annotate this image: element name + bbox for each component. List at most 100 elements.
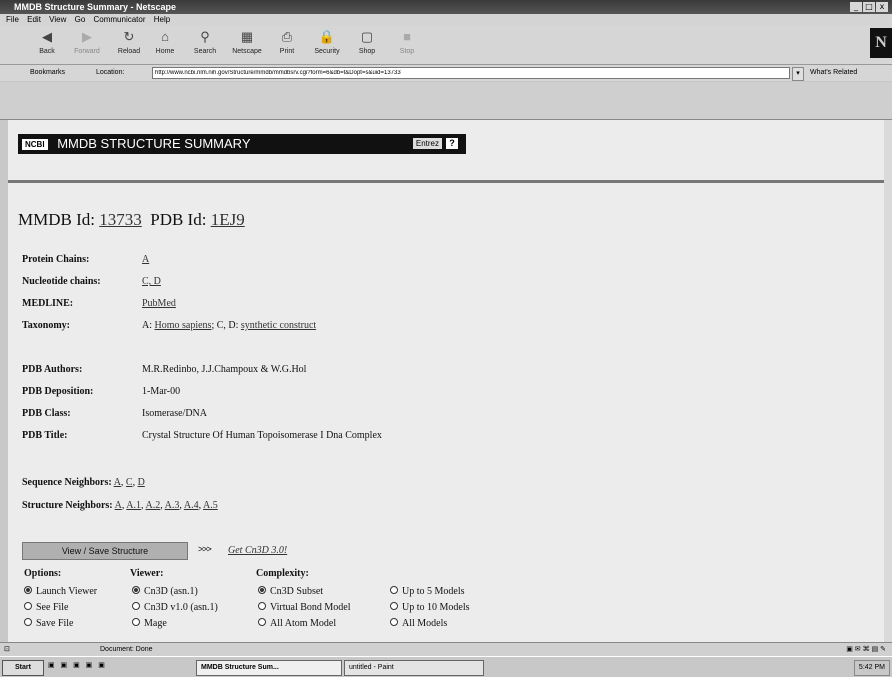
struct-neighbor-link[interactable]: A: [115, 500, 122, 511]
banner-title: MMDB STRUCTURE SUMMARY: [57, 136, 251, 151]
menu-edit[interactable]: Edit: [27, 15, 41, 24]
minimize-button[interactable]: _: [850, 2, 862, 12]
radio[interactable]: [258, 618, 266, 626]
synthetic-construct-link[interactable]: synthetic construct: [241, 320, 316, 331]
protein-chains-label: Protein Chains:: [22, 254, 90, 265]
menu-communicator[interactable]: Communicator: [94, 15, 146, 24]
status-text: Document: Done: [100, 646, 153, 653]
nucleotide-chains-link[interactable]: C, D: [142, 276, 161, 287]
get-cn3d-link[interactable]: Get Cn3D 3.0!: [228, 545, 287, 556]
home-button[interactable]: ⌂ Home: [146, 28, 184, 55]
radio-selected[interactable]: [258, 586, 266, 594]
security-button[interactable]: 🔒 Security: [308, 28, 346, 55]
models-up-to-5[interactable]: Up to 5 Models: [390, 586, 465, 597]
protein-chains-link[interactable]: A: [142, 254, 149, 265]
divider: [8, 180, 884, 183]
complexity-virtual-bond[interactable]: Virtual Bond Model: [258, 602, 351, 613]
entrez-button[interactable]: Entrez: [412, 138, 442, 149]
lock-icon: 🔒: [318, 29, 336, 44]
radio[interactable]: [24, 602, 32, 610]
whats-related-button[interactable]: What's Related: [810, 69, 857, 76]
medline-row: MEDLINE: PubMed: [22, 298, 176, 309]
home-icon: ⌂: [161, 29, 169, 44]
maximize-button[interactable]: □: [863, 2, 875, 12]
deposition-row: PDB Deposition: 1-Mar-00: [22, 386, 180, 397]
vertical-scrollbar[interactable]: [884, 120, 892, 642]
radio-selected[interactable]: [132, 586, 140, 594]
radio-selected[interactable]: [24, 586, 32, 594]
complexity-cn3d-subset[interactable]: Cn3D Subset: [258, 586, 323, 597]
window-controls: _ □ x: [850, 2, 888, 12]
complexity-header: Complexity:: [256, 568, 309, 579]
task-netscape[interactable]: MMDB Structure Sum...: [196, 660, 342, 676]
taxonomy-row: Taxonomy: A: Homo sapiens; C, D: syntheti…: [22, 320, 317, 331]
struct-neighbor-link[interactable]: A.4: [184, 500, 199, 511]
menu-go[interactable]: Go: [75, 15, 86, 24]
seq-neighbor-link[interactable]: C: [126, 477, 133, 488]
pubmed-link[interactable]: PubMed: [142, 298, 176, 309]
viewer-mage[interactable]: Mage: [132, 618, 167, 629]
radio[interactable]: [132, 618, 140, 626]
search-button[interactable]: ⚲ Search: [186, 28, 224, 55]
deposition-label: PDB Deposition:: [22, 386, 94, 397]
back-arrow-icon: ◀: [42, 29, 52, 44]
viewer-cn3d-v1[interactable]: Cn3D v1.0 (asn.1): [132, 602, 218, 613]
netscape-logo: N: [870, 28, 892, 58]
forward-arrow-icon: ▶: [82, 29, 92, 44]
close-button[interactable]: x: [876, 2, 888, 12]
window-titlebar: MMDB Structure Summary - Netscape _ □ x: [0, 0, 892, 14]
struct-neighbor-link[interactable]: A.1: [126, 500, 141, 511]
radio[interactable]: [258, 602, 266, 610]
viewer-cn3d[interactable]: Cn3D (asn.1): [132, 586, 198, 597]
seq-neighbor-link[interactable]: A: [114, 477, 121, 488]
back-button[interactable]: ◀ Back: [28, 28, 66, 55]
ncbi-logo[interactable]: NCBI: [22, 139, 48, 150]
models-all[interactable]: All Models: [390, 618, 447, 629]
menu-file[interactable]: File: [6, 15, 19, 24]
status-component-icons: ▣ ✉ ⌘ ▤ ✎: [846, 646, 886, 653]
struct-neighbor-link[interactable]: A.5: [203, 500, 218, 511]
reload-button[interactable]: ↻ Reload: [110, 28, 148, 55]
nucleotide-chains-label: Nucleotide chains:: [22, 276, 101, 287]
option-launch-viewer[interactable]: Launch Viewer: [24, 586, 97, 597]
class-value: Isomerase/DNA: [142, 408, 207, 419]
view-save-structure-button[interactable]: View / Save Structure: [22, 542, 188, 560]
protein-chains-row: Protein Chains: A: [22, 254, 149, 265]
shop-button[interactable]: ▢ Shop: [348, 28, 386, 55]
radio[interactable]: [390, 602, 398, 610]
radio[interactable]: [24, 618, 32, 626]
forward-button[interactable]: ▶ Forward: [68, 28, 106, 55]
url-dropdown-button[interactable]: ▾: [792, 67, 804, 81]
personal-toolbar: [0, 82, 892, 120]
struct-neighbor-link[interactable]: A.3: [165, 500, 180, 511]
pdb-id-link[interactable]: 1EJ9: [211, 210, 245, 229]
task-paint[interactable]: untitled - Paint: [344, 660, 484, 676]
print-button[interactable]: ⎙ Print: [268, 28, 306, 55]
structure-ids: MMDB Id: 13733 PDB Id: 1EJ9: [18, 210, 245, 230]
start-button[interactable]: Start: [2, 660, 44, 676]
netscape-button[interactable]: ▦ Netscape: [228, 28, 266, 55]
status-bar: ⊡ Document: Done ▣ ✉ ⌘ ▤ ✎: [0, 642, 892, 657]
nucleotide-chains-row: Nucleotide chains: C, D: [22, 276, 161, 287]
homo-sapiens-link[interactable]: Homo sapiens: [155, 320, 212, 331]
pdb-id-label: PDB Id:: [150, 210, 207, 229]
radio[interactable]: [390, 618, 398, 626]
help-button[interactable]: ?: [446, 138, 458, 149]
option-save-file[interactable]: Save File: [24, 618, 74, 629]
menu-view[interactable]: View: [49, 15, 66, 24]
mmdb-id-link[interactable]: 13733: [99, 210, 142, 229]
struct-neighbor-link[interactable]: A.2: [145, 500, 160, 511]
stop-button[interactable]: ■ Stop: [388, 28, 426, 55]
complexity-all-atom[interactable]: All Atom Model: [258, 618, 336, 629]
class-label: PDB Class:: [22, 408, 71, 419]
bookmarks-button[interactable]: Bookmarks: [30, 69, 65, 76]
models-up-to-10[interactable]: Up to 10 Models: [390, 602, 470, 613]
seq-neighbor-link[interactable]: D: [138, 477, 145, 488]
url-input[interactable]: [152, 67, 790, 79]
radio[interactable]: [390, 586, 398, 594]
radio[interactable]: [132, 602, 140, 610]
windows-taskbar: Start ▣ ▣ ▣ ▣ ▣ MMDB Structure Sum... un…: [0, 656, 892, 677]
option-see-file[interactable]: See File: [24, 602, 69, 613]
menu-help[interactable]: Help: [154, 15, 170, 24]
quick-launch-icons[interactable]: ▣ ▣ ▣ ▣ ▣: [48, 661, 107, 669]
